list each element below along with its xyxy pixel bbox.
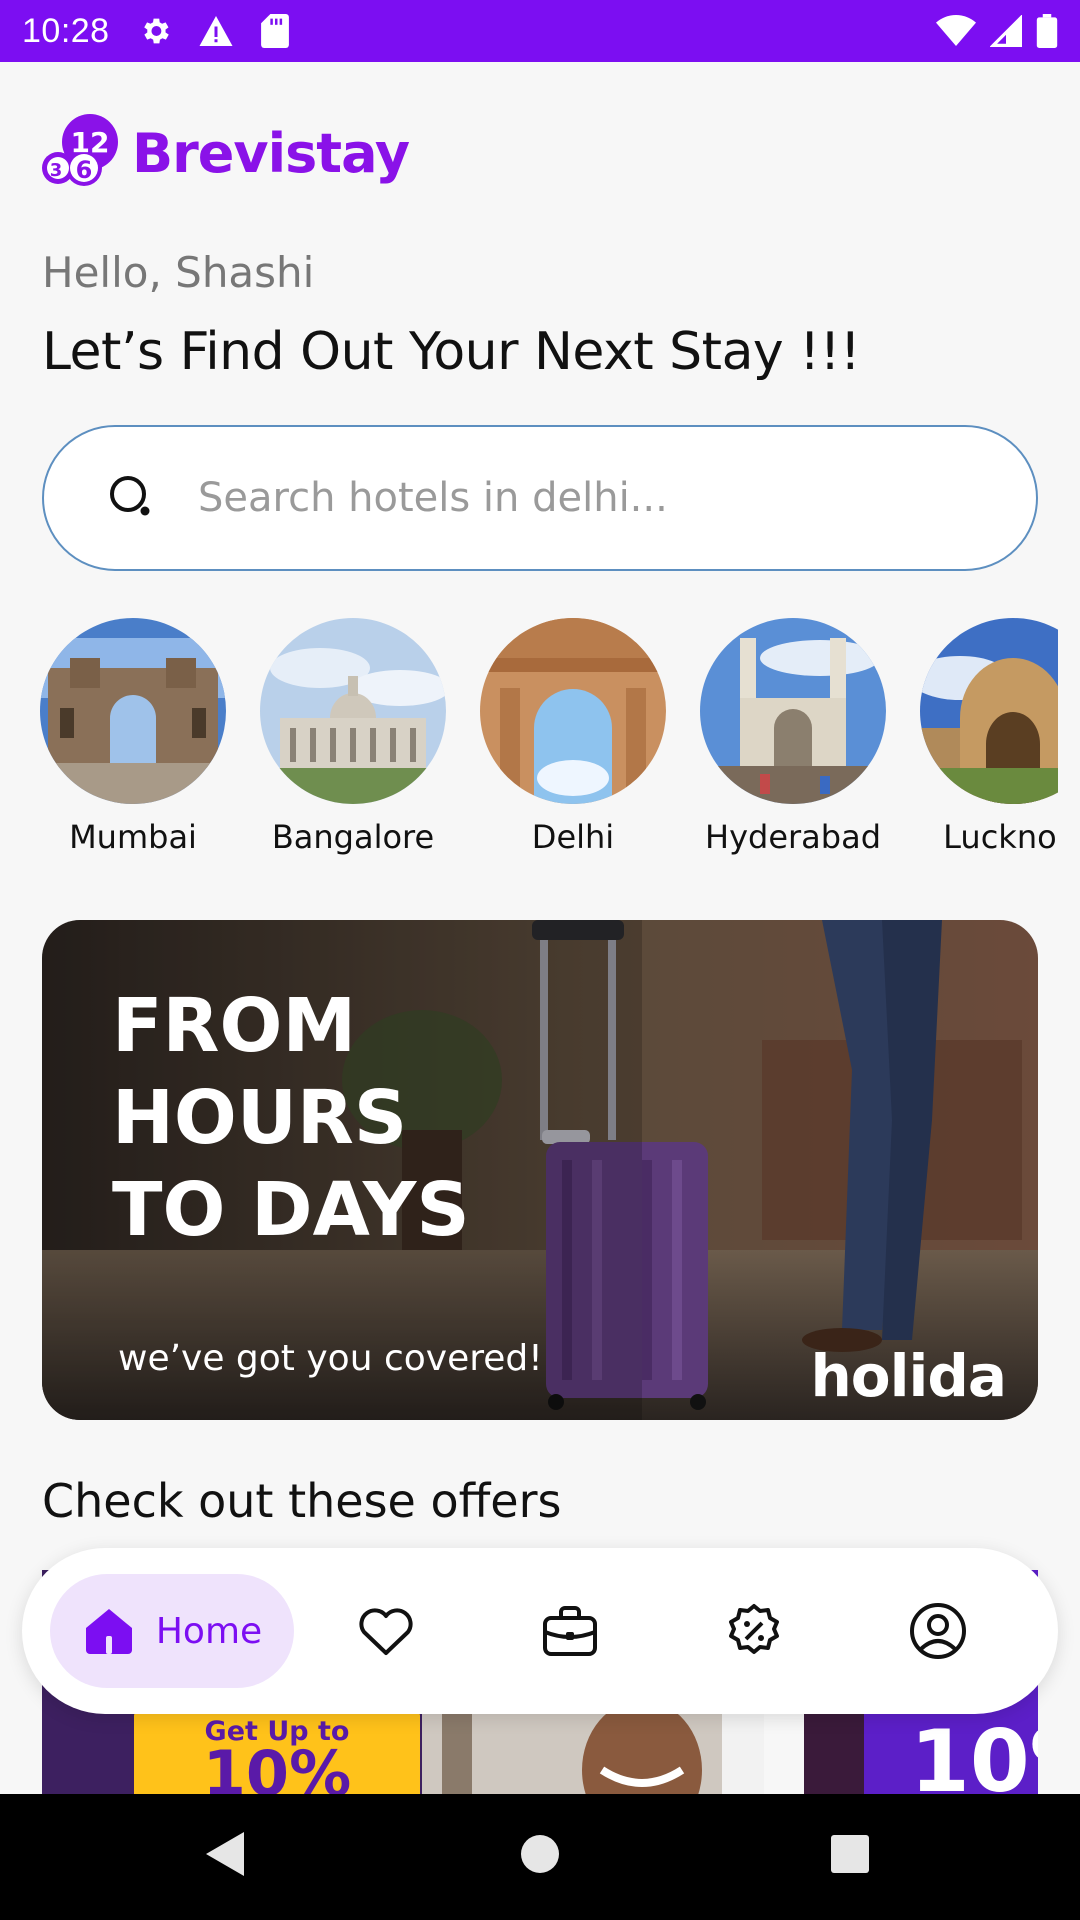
system-navigation-bar [0, 1794, 1080, 1920]
city-image-lucknow [920, 618, 1058, 804]
heart-icon [357, 1605, 415, 1657]
bottom-navigation: Home [22, 1548, 1058, 1714]
back-icon[interactable] [204, 1830, 246, 1883]
offer-badge-icon [726, 1603, 782, 1659]
offer-card-text: 10% [910, 1712, 1038, 1794]
city-label: Delhi [531, 818, 615, 856]
recents-icon[interactable] [830, 1834, 870, 1879]
offer-badge-big-text: 10% [202, 1737, 352, 1795]
brand-logo: 3 12 6 Brevistay [42, 112, 410, 192]
briefcase-icon [542, 1604, 598, 1658]
svg-text:3: 3 [50, 160, 63, 181]
nav-bookings[interactable] [478, 1574, 662, 1688]
banner-brand: holida [810, 1342, 1007, 1410]
logo-text: Brevistay [132, 121, 410, 185]
offer-badge: Get Up to 10% [134, 1710, 420, 1794]
city-label: Mumbai [69, 818, 197, 856]
search-bar[interactable] [42, 425, 1038, 571]
city-image-bangalore [260, 618, 446, 804]
city-label: Lucknow [943, 818, 1058, 856]
search-icon [106, 472, 158, 524]
city-image-delhi [480, 618, 666, 804]
greeting-text: Hello, Shashi [42, 248, 315, 297]
city-image-hyderabad [700, 618, 886, 804]
city-label: Bangalore [271, 818, 435, 856]
home-circle-icon[interactable] [520, 1834, 560, 1879]
svg-text:12: 12 [71, 126, 110, 159]
promo-banner[interactable]: FROM HOURS TO DAYS we’ve got you covered… [42, 920, 1038, 1420]
nav-home[interactable]: Home [50, 1574, 294, 1688]
nav-home-label: Home [155, 1610, 263, 1652]
nav-favorites[interactable] [294, 1574, 478, 1688]
page-headline: Let’s Find Out Your Next Stay !!! [42, 322, 861, 382]
profile-icon [909, 1602, 967, 1660]
status-time: 10:28 [22, 11, 110, 50]
banner-subtext: we’ve got you covered! [118, 1338, 543, 1379]
status-bar: 10:28 [0, 0, 1080, 62]
svg-text:6: 6 [76, 156, 93, 184]
banner-headline-line: TO DAYS [112, 1167, 470, 1253]
banner-headline-line: HOURS [112, 1075, 408, 1161]
nav-profile[interactable] [846, 1574, 1030, 1688]
city-item-bangalore[interactable]: Bangalore [258, 618, 448, 856]
city-image-mumbai [40, 618, 226, 804]
wifi-icon [936, 15, 976, 47]
city-item-hyderabad[interactable]: Hyderabad [698, 618, 888, 856]
offers-section-title: Check out these offers [42, 1474, 562, 1528]
banner-headline-line: FROM [112, 983, 357, 1069]
banner-headline: FROM HOURS TO DAYS [112, 980, 470, 1256]
signal-icon [990, 15, 1022, 47]
city-item-delhi[interactable]: Delhi [478, 618, 668, 856]
sd-card-icon [260, 14, 290, 48]
city-item-mumbai[interactable]: Mumbai [38, 618, 228, 856]
city-carousel[interactable]: Mumbai Bangalore Delhi Hyderabad Luckno [38, 618, 1058, 868]
gear-icon [138, 14, 172, 48]
battery-icon [1036, 14, 1058, 48]
warning-icon [198, 14, 234, 48]
logo-mark-icon: 3 12 6 [42, 112, 138, 192]
city-label: Hyderabad [705, 818, 881, 856]
home-icon [82, 1606, 136, 1656]
search-input[interactable] [198, 475, 978, 521]
nav-offers[interactable] [662, 1574, 846, 1688]
city-item-lucknow[interactable]: Lucknow [918, 618, 1058, 856]
